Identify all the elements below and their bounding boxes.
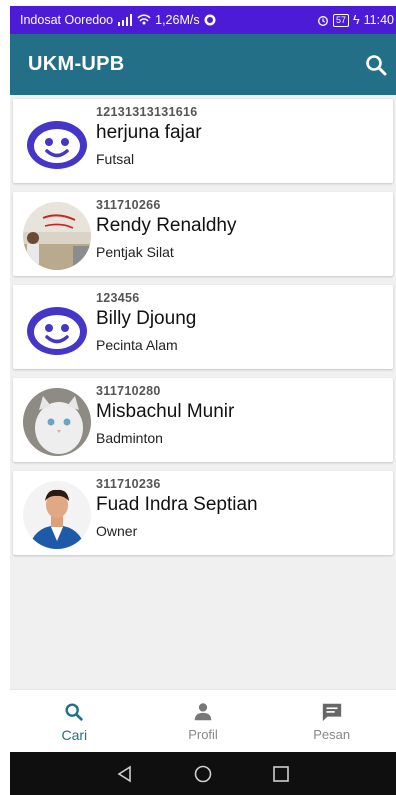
- list-item[interactable]: 123456 Billy Djoung Pecinta Alam: [13, 285, 393, 369]
- app-frame: Indosat Ooredoo 1,26M/s 57 ϟ 11:40 UKM-U…: [10, 6, 396, 795]
- member-club: Badminton: [96, 430, 163, 446]
- avatar: [23, 295, 91, 363]
- member-club: Owner: [96, 523, 138, 539]
- member-name: Rendy Renaldhy: [96, 215, 237, 236]
- nav-label: Cari: [61, 726, 88, 743]
- clock: 11:40: [363, 13, 394, 27]
- avatar: [23, 109, 91, 177]
- member-id: 311710266: [96, 198, 161, 212]
- recent-apps-icon[interactable]: [271, 764, 291, 784]
- home-icon[interactable]: [193, 764, 213, 784]
- search-icon[interactable]: [364, 53, 388, 77]
- member-name: Billy Djoung: [96, 308, 197, 329]
- carrier-name: Indosat Ooredoo: [20, 13, 114, 27]
- alarm-icon: [318, 16, 328, 26]
- system-navigation-bar: [10, 752, 396, 795]
- avatar: [23, 202, 91, 270]
- nav-item-pesan[interactable]: Pesan: [267, 690, 396, 753]
- default-face-icon: [23, 109, 91, 177]
- member-club: Pentjak Silat: [96, 244, 174, 260]
- member-id: 12131313131616: [96, 105, 198, 119]
- photo-avatar: [23, 202, 91, 270]
- member-name: herjuna fajar: [96, 122, 202, 143]
- member-name: Fuad Indra Septian: [96, 494, 258, 515]
- default-face-icon: [23, 295, 91, 363]
- photo-avatar: [23, 481, 91, 549]
- photo-avatar: [23, 388, 91, 456]
- message-icon: [322, 703, 341, 722]
- list-item[interactable]: 311710236 Fuad Indra Septian Owner: [13, 471, 393, 555]
- avatar: [23, 388, 91, 456]
- charging-icon: ϟ: [353, 13, 360, 27]
- nav-item-profil[interactable]: Profil: [139, 690, 268, 753]
- signal-icon: [118, 14, 133, 26]
- whatsapp-icon: [204, 14, 216, 26]
- battery-indicator: 57: [333, 13, 350, 27]
- member-id: 123456: [96, 291, 140, 305]
- app-bar: UKM-UPB: [10, 34, 396, 95]
- nav-label: Profil: [188, 727, 218, 742]
- search-icon: [65, 702, 84, 721]
- status-bar: Indosat Ooredoo 1,26M/s 57 ϟ 11:40: [10, 6, 396, 34]
- member-name: Misbachul Munir: [96, 401, 235, 422]
- member-id: 311710280: [96, 384, 161, 398]
- wifi-hotspot-icon: [137, 14, 151, 25]
- network-speed: 1,26M/s: [155, 13, 200, 27]
- member-id: 311710236: [96, 477, 161, 491]
- back-icon[interactable]: [115, 764, 135, 784]
- list-item[interactable]: 311710280 Misbachul Munir Badminton: [13, 378, 393, 462]
- person-icon: [194, 703, 212, 721]
- bottom-navigation: Cari Profil Pesan: [10, 689, 396, 753]
- member-club: Pecinta Alam: [96, 337, 178, 353]
- avatar: [23, 481, 91, 549]
- nav-item-cari[interactable]: Cari: [10, 690, 139, 753]
- list-item[interactable]: 12131313131616 herjuna fajar Futsal: [13, 99, 393, 183]
- list-item[interactable]: 311710266 Rendy Renaldhy Pentjak Silat: [13, 192, 393, 276]
- app-title: UKM-UPB: [28, 53, 125, 75]
- member-club: Futsal: [96, 151, 135, 167]
- nav-label: Pesan: [313, 727, 351, 742]
